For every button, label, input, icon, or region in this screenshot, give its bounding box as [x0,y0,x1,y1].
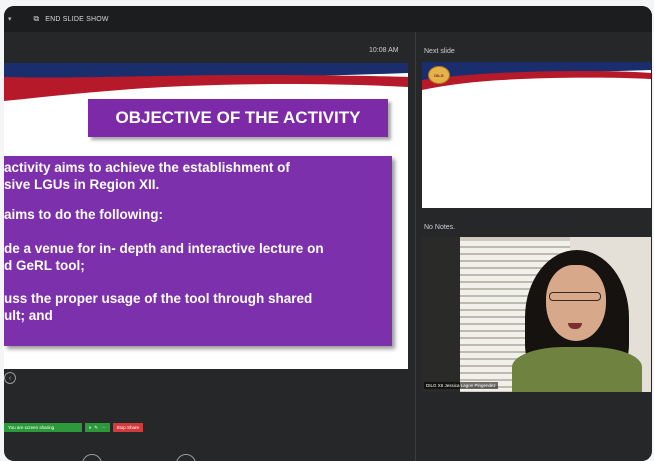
notes-text: No Notes. [424,224,456,231]
clock-time: 10:08 AM [369,47,399,54]
annotate-icon[interactable]: ✎ [94,425,98,431]
share-controls[interactable]: ⏸ ✎ ⋯ [85,423,110,432]
person-shirt [512,347,642,392]
slide-line: aims to do the following: [4,207,163,222]
dilg-logo: DILG [428,66,450,84]
slideshow-icon: ⧉ [33,14,40,23]
slide-heading: OBJECTIVE OF THE ACTIVITY [88,99,388,137]
slide-line: activity aims to achieve the establishme… [4,160,290,175]
slide-line: sive LGUs in Region XII. [4,177,160,192]
screen-share-status: You are screen sharing [4,423,82,432]
slide-line: de a venue for in- depth and interactive… [4,241,324,256]
slide-line: uss the proper usage of the tool through… [4,291,313,306]
stop-share-button[interactable]: Stop Share [112,423,144,432]
screen-share-bar: You are screen sharing ⏸ ✎ ⋯ Stop Share [4,423,144,432]
menu-caret-icon[interactable]: ▾ [8,15,12,23]
previous-slide-icon[interactable]: ‹ [4,372,16,384]
previous-button[interactable]: ‹ [82,454,102,461]
slide-line: ult; and [4,308,53,323]
more-options-icon[interactable]: ⋯ [101,425,106,431]
video-background-dark [422,237,460,392]
person-glasses [549,292,601,301]
current-slide[interactable]: OBJECTIVE OF THE ACTIVITY activity aims … [4,63,408,369]
next-slide-preview[interactable]: DILG [422,62,651,208]
slide-content-box: activity aims to achieve the establishme… [4,156,392,346]
presenter-window: ▾ ⧉ END SLIDE SHOW 10:08 AM Next slide N… [4,6,652,461]
person-face [546,265,606,341]
stop-share-label: Stop Share [116,425,140,430]
participant-name: DILG XII Jessica Lagon Pingendez [424,382,498,389]
top-toolbar: ▾ ⧉ END SLIDE SHOW [4,6,652,32]
slide-line: d GeRL tool; [4,258,85,273]
next-slide-label: Next slide [424,48,455,55]
participant-video[interactable]: DILG XII Jessica Lagon Pingendez [422,237,651,392]
next-slide-band [422,62,651,90]
end-slide-show-button[interactable]: END SLIDE SHOW [45,16,108,23]
next-button[interactable]: › [176,454,196,461]
pane-divider[interactable] [415,32,416,461]
pause-share-icon[interactable]: ⏸ [89,425,91,430]
